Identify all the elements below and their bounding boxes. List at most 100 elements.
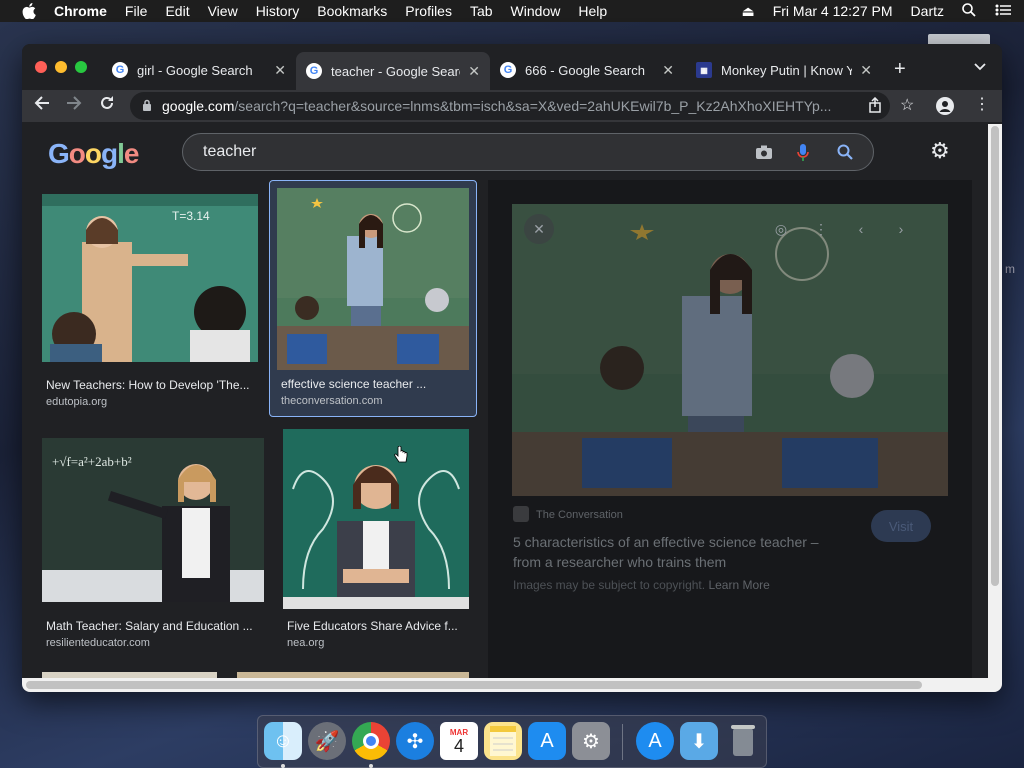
share-icon[interactable] [868, 96, 882, 118]
result-card[interactable]: T=3.14 New Teachers: How to Develop 'The… [42, 194, 258, 412]
scrollbar-thumb[interactable] [991, 126, 999, 586]
running-indicator [281, 764, 285, 768]
image-results: T=3.14 New Teachers: How to Develop 'The… [22, 180, 988, 678]
close-tab-icon[interactable]: ✕ [274, 62, 286, 79]
menu-datetime[interactable]: Fri Mar 4 12:27 PM [773, 3, 893, 19]
tab-teacher-search[interactable]: G teacher - Google Search ✕ [296, 52, 490, 90]
google-favicon-icon: G [112, 62, 128, 78]
safari-compass-icon[interactable]: ✣ [396, 722, 434, 760]
menu-profiles[interactable]: Profiles [405, 3, 452, 19]
calendar-icon[interactable]: MAR 4 [440, 722, 478, 760]
close-preview-icon[interactable]: ✕ [524, 214, 554, 244]
profile-avatar-icon[interactable] [936, 97, 954, 120]
chrome-icon[interactable] [352, 722, 390, 760]
menu-help[interactable]: Help [578, 3, 607, 19]
close-tab-icon[interactable]: ✕ [860, 62, 872, 79]
reload-icon[interactable] [99, 95, 115, 116]
google-doodle-logo[interactable]: Google [48, 138, 139, 170]
result-thumbnail[interactable]: T=3.14 [42, 194, 258, 362]
search-icon[interactable] [837, 144, 853, 165]
finder-icon[interactable]: ☺ [264, 722, 302, 760]
menu-file[interactable]: File [125, 3, 148, 19]
result-card-selected[interactable]: effective science teacher ... theconvers… [269, 180, 477, 417]
lens-search-icon[interactable]: ◎ [766, 214, 796, 244]
notes-icon[interactable] [484, 722, 522, 760]
menu-tab[interactable]: Tab [470, 3, 493, 19]
app-store-icon[interactable]: A [528, 722, 566, 760]
downloads-folder-icon[interactable]: ⬇ [680, 722, 718, 760]
result-thumbnail[interactable]: +√f=a²+2ab+b² [42, 438, 264, 602]
tab-monkey-putin[interactable]: ▦ Monkey Putin | Know Your Meme ✕ [686, 54, 882, 86]
minimize-window-button[interactable] [55, 61, 67, 73]
result-title[interactable]: New Teachers: How to Develop 'The... [46, 378, 256, 392]
fullscreen-window-button[interactable] [75, 61, 87, 73]
visit-button[interactable]: Visit [871, 510, 931, 542]
search-input[interactable]: teacher [182, 133, 874, 171]
forward-arrow-icon[interactable] [66, 95, 82, 116]
result-thumbnail[interactable] [283, 429, 469, 609]
browser-toolbar: google.com /search?q=teacher&source=lnms… [22, 90, 1002, 122]
menu-view[interactable]: View [208, 3, 238, 19]
chrome-menu-icon[interactable]: ⋮ [974, 94, 990, 114]
system-preferences-gear-icon[interactable]: ⚙ [572, 722, 610, 760]
menu-history[interactable]: History [256, 3, 300, 19]
tab-666-search[interactable]: G 666 - Google Search ✕ [490, 54, 684, 86]
app-store-downloads-icon[interactable]: A [636, 722, 674, 760]
tab-title: girl - Google Search [137, 62, 253, 78]
more-vert-icon[interactable]: ⋮ [806, 214, 836, 244]
apple-menu-icon[interactable] [20, 3, 38, 19]
tab-girl-search[interactable]: G girl - Google Search ✕ [102, 54, 296, 86]
menu-app-name[interactable]: Chrome [54, 3, 107, 19]
result-source[interactable]: resilienteducator.com [46, 637, 150, 649]
result-title[interactable]: Five Educators Share Advice f... [287, 619, 467, 633]
launchpad-rocket-icon[interactable]: 🚀 [308, 722, 346, 760]
result-title[interactable]: effective science teacher ... [281, 377, 471, 391]
close-tab-icon[interactable]: ✕ [662, 62, 674, 79]
tab-title: 666 - Google Search [525, 62, 645, 78]
menu-bookmarks[interactable]: Bookmarks [317, 3, 387, 19]
learn-more-link[interactable]: Learn More [708, 578, 769, 592]
spotlight-search-icon[interactable] [962, 2, 976, 20]
preview-site-name[interactable]: The Conversation [536, 509, 623, 521]
menu-user[interactable]: Dartz [911, 3, 944, 19]
result-source[interactable]: theconversation.com [281, 395, 383, 407]
vertical-scrollbar[interactable] [988, 124, 1002, 678]
menu-edit[interactable]: Edit [165, 3, 189, 19]
menu-bar: Chrome File Edit View History Bookmarks … [0, 0, 1024, 22]
trash-icon[interactable] [724, 722, 762, 760]
scrollbar-thumb[interactable] [26, 681, 922, 689]
preview-image[interactable] [512, 204, 948, 496]
result-card[interactable]: +√f=a²+2ab+b² Math Teacher: Salary and E… [42, 438, 264, 652]
previous-image-icon[interactable]: ‹ [846, 214, 876, 244]
voice-search-mic-icon[interactable] [797, 144, 809, 167]
next-image-icon[interactable]: › [886, 214, 916, 244]
eject-icon[interactable]: ⏏ [741, 3, 754, 20]
google-favicon-icon: G [306, 63, 322, 79]
back-arrow-icon[interactable] [34, 95, 50, 116]
dock: ☺ 🚀 ✣ MAR 4 A ⚙ A ⬇ [257, 715, 767, 768]
result-thumbnail[interactable] [277, 188, 469, 370]
menu-window[interactable]: Window [511, 3, 561, 19]
result-source[interactable]: edutopia.org [46, 396, 107, 408]
address-bar[interactable]: google.com /search?q=teacher&source=lnms… [130, 92, 890, 120]
close-tab-icon[interactable]: ✕ [468, 63, 480, 80]
result-card[interactable]: Five Educators Share Advice f... nea.org [283, 429, 469, 652]
result-source[interactable]: nea.org [287, 637, 324, 649]
preview-title[interactable]: 5 characteristics of an effective scienc… [513, 532, 819, 572]
bookmark-star-icon[interactable]: ☆ [900, 95, 914, 115]
control-center-icon[interactable] [994, 3, 1012, 20]
lock-icon[interactable] [142, 99, 152, 114]
chrome-window: G girl - Google Search ✕ G teacher - Goo… [22, 44, 1002, 692]
url-host: google.com [162, 98, 235, 114]
result-title[interactable]: Math Teacher: Salary and Education ... [46, 619, 262, 633]
copyright-text: Images may be subject to copyright. [513, 578, 706, 592]
svg-text:T=3.14: T=3.14 [172, 209, 210, 223]
settings-gear-icon[interactable]: ⚙ [930, 138, 950, 164]
close-window-button[interactable] [35, 61, 47, 73]
svg-text:+√f=a²+2ab+b²: +√f=a²+2ab+b² [52, 454, 132, 469]
horizontal-scrollbar[interactable] [22, 678, 1002, 692]
new-tab-icon[interactable]: + [894, 58, 906, 81]
camera-search-icon[interactable] [755, 144, 773, 165]
tab-search-chevron-icon[interactable] [974, 60, 986, 74]
site-favicon-icon [513, 506, 529, 522]
